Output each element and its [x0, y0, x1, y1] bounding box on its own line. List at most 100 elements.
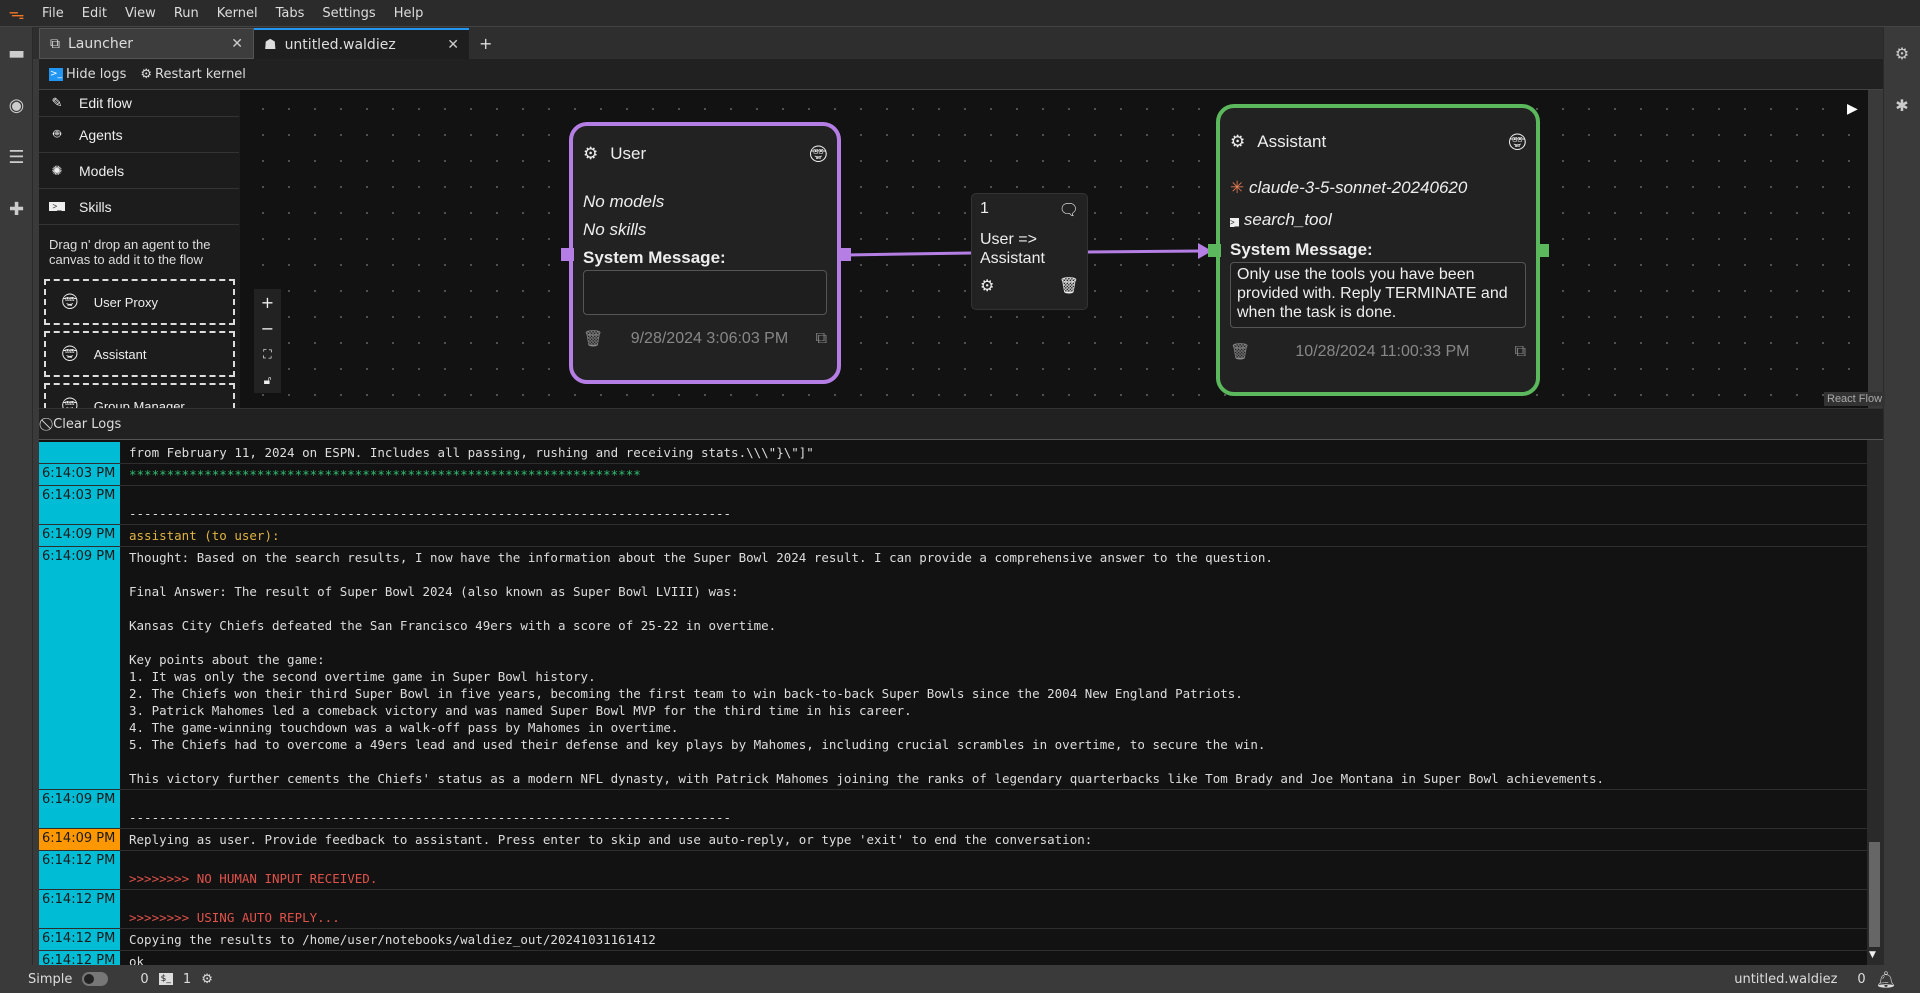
system-message-label: System Message: [1230, 240, 1373, 259]
log-row: 6:14:09 PM assistant (to user): [39, 525, 1867, 547]
robot-icon: 🤖︎ [53, 125, 61, 141]
sidebar-item-label: Agents [79, 126, 123, 143]
trash-icon[interactable]: 🗑︎ [1230, 342, 1250, 362]
log-text: Copying the results to /home/user/notebo… [129, 932, 656, 947]
log-timestamp: 6:14:12 PM [39, 890, 120, 928]
log-timestamp: 6:14:09 PM [39, 790, 120, 828]
lock-button[interactable]: 🔓︎ [254, 367, 281, 393]
terminal-icon: >_ [49, 202, 65, 211]
trash-icon[interactable]: 🗑︎ [1059, 276, 1079, 296]
simple-mode-toggle[interactable] [82, 972, 109, 986]
agent-label: User Proxy [93, 294, 158, 310]
log-timestamp: 6:14:09 PM [39, 829, 120, 850]
openai-icon: ✺ [51, 162, 63, 178]
edge-box-to-assistant[interactable] [1087, 249, 1201, 254]
sidebar-item-edit-flow[interactable]: ✎ Edit flow [39, 90, 239, 117]
current-file: untitled.waldiez [1734, 971, 1838, 987]
log-row: 6:14:12 PM >>>>>>>> USING AUTO REPLY... [39, 890, 1867, 929]
agent-node-user[interactable]: ⚙ User 🤓︎ No models No skills System Messa… [569, 122, 841, 384]
message-icon[interactable]: 🗨︎ [1059, 200, 1079, 220]
system-message-label: System Message: [583, 248, 726, 267]
user-proxy-avatar-icon: 🤓︎ [62, 290, 78, 313]
system-message-input[interactable]: Only use the tools you have been provide… [1230, 262, 1526, 328]
zoom-out-button[interactable]: − [254, 315, 281, 341]
edge-label: User => Assistant [980, 231, 1045, 267]
draggable-agent-assistant[interactable]: 🤓︎ Assistant [44, 331, 235, 377]
bell-icon[interactable]: 🔔︎ [1876, 970, 1896, 989]
node-model: claude-3-5-sonnet-20240620 [1248, 178, 1468, 197]
gear-icon[interactable]: ⚙ [980, 276, 994, 296]
assistant-source-handle[interactable] [1536, 244, 1549, 257]
simple-mode-label: Simple [28, 971, 73, 987]
agent-label: Group Manager [93, 398, 185, 409]
node-date: 10/28/2024 11:00:33 PM [1295, 343, 1470, 360]
log-timestamp: 6:14:03 PM [39, 464, 120, 485]
draggable-agent-group-manager[interactable]: 🤓︎ Group Manager [44, 383, 235, 408]
node-date: 9/28/2024 3:06:03 PM [630, 330, 789, 347]
log-output[interactable]: from February 11, 2024 on ESPN. Includes… [39, 440, 1867, 965]
node-models: No models [583, 192, 665, 211]
assistant-avatar-icon: 🤓︎ [62, 342, 78, 365]
log-scrollbar-thumb[interactable] [1869, 842, 1880, 947]
node-title: User [610, 144, 647, 163]
sidebar-panel: ✎ Edit flow 🤖︎ Agents ✺ Models >_ Skills Dra… [39, 90, 240, 408]
kernel-count[interactable]: 1 [183, 972, 191, 987]
drag-hint: Drag n' drop an agent to the canvas to a… [49, 237, 211, 267]
log-row: 6:14:09 PM -----------------------------… [39, 790, 1867, 829]
log-timestamp: 6:14:09 PM [39, 525, 120, 546]
notification-count[interactable]: 0 [1857, 972, 1865, 987]
gear-icon[interactable]: ⚙ [583, 144, 598, 164]
edge-label-box[interactable]: 1 🗨︎ User => Assistant ⚙ 🗑︎ [971, 193, 1088, 310]
edit-icon: ✎ [51, 95, 63, 110]
user-target-handle[interactable] [561, 248, 574, 261]
trash-icon[interactable]: 🗑︎ [583, 329, 603, 349]
sidebar-item-label: Models [79, 162, 125, 179]
fit-view-button[interactable]: ⛶ [254, 341, 281, 367]
copy-icon[interactable]: ⧉ [1515, 343, 1526, 361]
sidebar-item-label: Skills [79, 198, 112, 215]
log-row: 6:14:12 PM ok [39, 951, 1867, 965]
clear-logs-button[interactable]: ⃠ Clear Logs [49, 417, 121, 432]
log-timestamp: 6:14:12 PM [39, 851, 120, 889]
scroll-down-icon[interactable]: ▼ [1869, 950, 1876, 960]
copy-icon[interactable]: ⧉ [816, 330, 827, 348]
sidebar-item-label: Edit flow [79, 95, 132, 111]
agent-node-assistant[interactable]: ⚙ Assistant 🤓︎ ✳ claude-3-5-sonnet-2024062… [1216, 104, 1540, 396]
status-bar: Simple 0 $_ 1 ⚙ untitled.waldiez 0 🔔︎ [0, 965, 1920, 993]
log-row: 6:14:09 PM Thought: Based on the search r… [39, 547, 1867, 790]
zoom-in-button[interactable]: + [254, 289, 281, 315]
system-message-input[interactable] [583, 270, 827, 315]
log-row: 6:14:12 PM >>>>>>>> NO HUMAN INPUT RECEI… [39, 851, 1867, 890]
log-text: assistant (to user): [129, 528, 280, 543]
log-timestamp: 6:14:09 PM [39, 547, 120, 789]
sidebar-item-skills[interactable]: >_ Skills [39, 189, 239, 225]
log-text: Thought: Based on the search results, I … [129, 550, 1605, 786]
logs-toolbar: ⃠ Clear Logs [39, 408, 1883, 440]
sidebar-item-models[interactable]: ✺ Models [39, 153, 239, 189]
run-flow-button[interactable]: ▶ [1847, 101, 1858, 117]
zoom-controls: + − ⛶ 🔓︎ [254, 289, 281, 393]
kernel-chip-icon: ⚙ [201, 971, 213, 987]
node-skills: No skills [583, 220, 647, 239]
log-text: Replying as user. Provide feedback to as… [129, 832, 1093, 847]
user-source-handle[interactable] [838, 248, 851, 261]
draggable-agent-user-proxy[interactable]: 🤓︎ User Proxy [44, 279, 235, 325]
agent-label: Assistant [93, 346, 147, 362]
log-row: from February 11, 2024 on ESPN. Includes… [39, 440, 1867, 464]
log-timestamp: 6:14:12 PM [39, 929, 120, 950]
log-row: 6:14:09 PM Replying as user. Provide feed… [39, 829, 1867, 851]
terminal-count[interactable]: 0 [140, 972, 148, 987]
edge-user-to-box[interactable] [845, 251, 972, 257]
gear-icon[interactable]: ⚙ [1230, 132, 1245, 152]
log-text: ok [129, 954, 145, 965]
sidebar-item-agents[interactable]: 🤖︎ Agents [39, 117, 239, 153]
log-text: >>>>>>>> USING AUTO REPLY... [129, 910, 340, 925]
assistant-target-handle[interactable] [1208, 244, 1221, 257]
log-row: 6:14:12 PM Copying the results to /home/u… [39, 929, 1867, 951]
anthropic-icon: ✳ [1230, 178, 1245, 197]
react-flow-attribution[interactable]: React Flow [1824, 392, 1886, 406]
log-text: from February 11, 2024 on ESPN. Includes… [129, 445, 814, 460]
user-avatar-icon: 🤓︎ [809, 141, 827, 166]
clear-logs-label: Clear Logs [53, 416, 122, 432]
group-manager-avatar-icon: 🤓︎ [62, 394, 78, 409]
